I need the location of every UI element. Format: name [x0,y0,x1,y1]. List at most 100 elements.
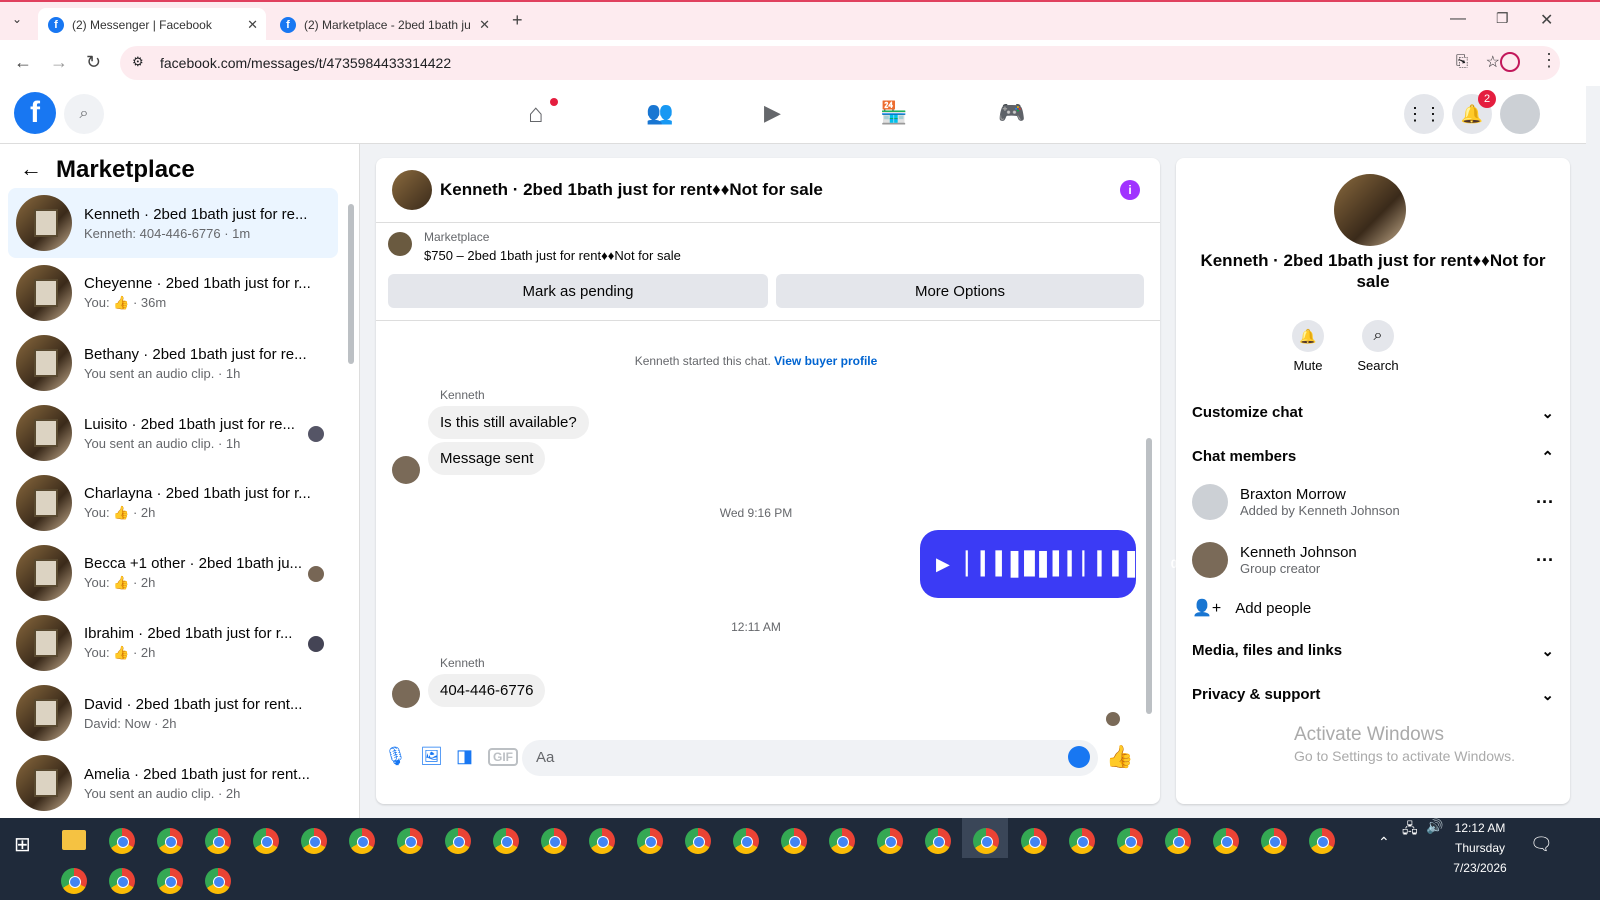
file-explorer-icon[interactable] [62,830,86,850]
facebook-logo-icon[interactable]: f [14,92,56,134]
more-dots-icon[interactable]: ··· [1536,550,1554,571]
chrome-profile-icon[interactable] [781,828,807,854]
search-icon[interactable]: ⌕ [1362,320,1394,352]
chrome-profile-icon[interactable] [253,828,279,854]
chrome-profile-icon[interactable] [1213,828,1239,854]
conversation-item[interactable]: Charlayna · 2bed 1bath just for r... You… [8,468,338,538]
tray-overflow-icon[interactable]: ⌃ [1378,834,1390,851]
notification-center-icon[interactable]: 🗨 [1530,834,1553,855]
emoji-icon[interactable] [1068,746,1090,768]
system-clock[interactable]: 12:12 AM Thursday 7/23/2026 [1440,818,1520,878]
chrome-profile-icon[interactable] [1117,828,1143,854]
conversation-item[interactable]: Luisito · 2bed 1bath just for re... You … [8,398,338,468]
conversation-item[interactable]: Becca +1 other · 2bed 1bath ju... You: 👍… [8,538,338,608]
video-icon[interactable]: ▶ [764,100,781,126]
message-input[interactable]: Aa [522,740,1098,776]
chrome-profile-icon[interactable] [541,828,567,854]
more-options-button[interactable]: More Options [776,274,1144,308]
chat-members-row[interactable]: Chat members ⌃ [1192,448,1554,466]
reload-icon[interactable]: ↻ [86,52,101,73]
info-icon[interactable]: i [1120,180,1140,200]
microphone-icon[interactable]: 🎙 [384,746,407,767]
bookmark-star-icon[interactable]: ☆ [1486,52,1500,72]
chrome-profile-icon[interactable] [877,828,903,854]
conversation-item[interactable]: Ibrahim · 2bed 1bath just for r... You: … [8,608,338,678]
chrome-profile-icon[interactable] [205,868,231,894]
message-bubble[interactable]: Is this still available? [428,406,589,439]
mute-label[interactable]: Mute [1276,358,1340,373]
network-icon[interactable]: 🖧 [1402,818,1418,842]
close-window-icon[interactable]: ✕ [1540,10,1553,30]
chrome-profile-icon[interactable] [1021,828,1047,854]
tab-messenger[interactable]: f (2) Messenger | Facebook ✕ [38,8,266,42]
member-row[interactable]: Kenneth Johnson Group creator ··· [1192,542,1554,578]
app-icon[interactable] [157,828,183,854]
chrome-profile-icon[interactable] [445,828,471,854]
sidebar-scrollbar[interactable] [348,204,354,364]
site-settings-icon[interactable]: ⚙ [132,54,144,70]
chrome-profile-icon[interactable] [637,828,663,854]
chrome-profile-icon[interactable] [1165,828,1191,854]
account-avatar[interactable] [1500,94,1540,134]
chrome-profile-icon[interactable] [493,828,519,854]
chrome-profile-icon[interactable] [109,868,135,894]
gif-icon[interactable]: GIF [488,748,518,766]
menu-grid-icon[interactable]: ⋮⋮ [1404,94,1444,134]
customize-chat-row[interactable]: Customize chat ⌄ [1192,404,1554,422]
close-tab-icon[interactable]: ✕ [247,17,258,33]
chrome-profile-icon[interactable] [301,828,327,854]
windows-start-icon[interactable]: ⊞ [14,832,31,857]
tab-marketplace[interactable]: f (2) Marketplace - 2bed 1bath ju ✕ [270,8,498,42]
chrome-profile-icon[interactable] [205,828,231,854]
install-app-icon[interactable]: ⎘ [1456,53,1468,70]
message-bubble[interactable]: Message sent [428,442,546,475]
chrome-profile-icon[interactable] [973,828,999,854]
conversation-item[interactable]: Amelia · 2bed 1bath just for rent... You… [8,748,338,818]
url-input[interactable]: ⚙ facebook.com/messages/t/47359844333144… [120,46,1560,80]
media-files-row[interactable]: Media, files and links ⌄ [1192,642,1554,660]
chat-avatar[interactable] [392,170,432,210]
chat-photo[interactable] [1334,174,1406,246]
close-tab-icon[interactable]: ✕ [479,17,490,33]
chrome-icon[interactable] [109,828,135,854]
photo-icon[interactable]: 🖼 [420,746,443,767]
member-row[interactable]: Braxton Morrow Added by Kenneth Johnson … [1192,484,1554,520]
play-icon[interactable]: ▶ [936,554,950,575]
view-buyer-profile-link[interactable]: View buyer profile [774,354,877,368]
friends-icon[interactable]: 👥 [646,100,673,126]
search-label[interactable]: Search [1346,358,1410,373]
add-people-row[interactable]: 👤+ Add people [1192,598,1554,618]
chrome-profile-icon[interactable] [733,828,759,854]
chrome-profile-icon[interactable] [1261,828,1287,854]
conversation-item[interactable]: David · 2bed 1bath just for rent... Davi… [8,678,338,748]
browser-menu-icon[interactable]: ⋮ [1540,50,1558,71]
sticker-icon[interactable]: ◨ [456,746,473,767]
chrome-profile-icon[interactable] [829,828,855,854]
like-thumb-icon[interactable]: 👍 [1106,744,1133,770]
chrome-profile-icon[interactable] [397,828,423,854]
restore-icon[interactable]: ❐ [1496,10,1509,27]
mark-pending-button[interactable]: Mark as pending [388,274,768,308]
privacy-support-row[interactable]: Privacy & support ⌄ [1192,686,1554,704]
chrome-profile-icon[interactable] [157,868,183,894]
chrome-profile-icon[interactable] [1069,828,1095,854]
message-bubble[interactable]: 404-446-6776 [428,674,546,707]
listing-description[interactable]: $750 – 2bed 1bath just for rent♦♦Not for… [424,248,681,263]
more-dots-icon[interactable]: ··· [1536,492,1554,513]
marketplace-icon[interactable]: 🏪 [880,100,907,126]
chrome-profile-icon[interactable] [925,828,951,854]
conversation-item[interactable]: Cheyenne · 2bed 1bath just for r... You:… [8,258,338,328]
new-tab-icon[interactable]: + [512,10,523,31]
back-icon[interactable]: ← [14,52,32,73]
chrome-profile-icon[interactable] [349,828,375,854]
tab-list-chevron-icon[interactable]: ⌄ [12,12,22,26]
chat-title[interactable]: Kenneth · 2bed 1bath just for rent♦♦Not … [440,180,823,200]
audio-message[interactable]: ▶ ▏▎▍▌▋▌▍▎▏▎▍▌▍▎ 0:10 [920,530,1195,598]
chrome-profile-icon[interactable] [685,828,711,854]
gaming-icon[interactable]: 🎮 [998,100,1025,126]
chrome-profile-icon[interactable] [589,828,615,854]
mute-bell-icon[interactable]: 🔔 [1292,320,1324,352]
forward-icon[interactable]: → [50,52,68,73]
chrome-profile-icon[interactable] [1309,828,1335,854]
conversation-item[interactable]: Bethany · 2bed 1bath just for re... You … [8,328,338,398]
